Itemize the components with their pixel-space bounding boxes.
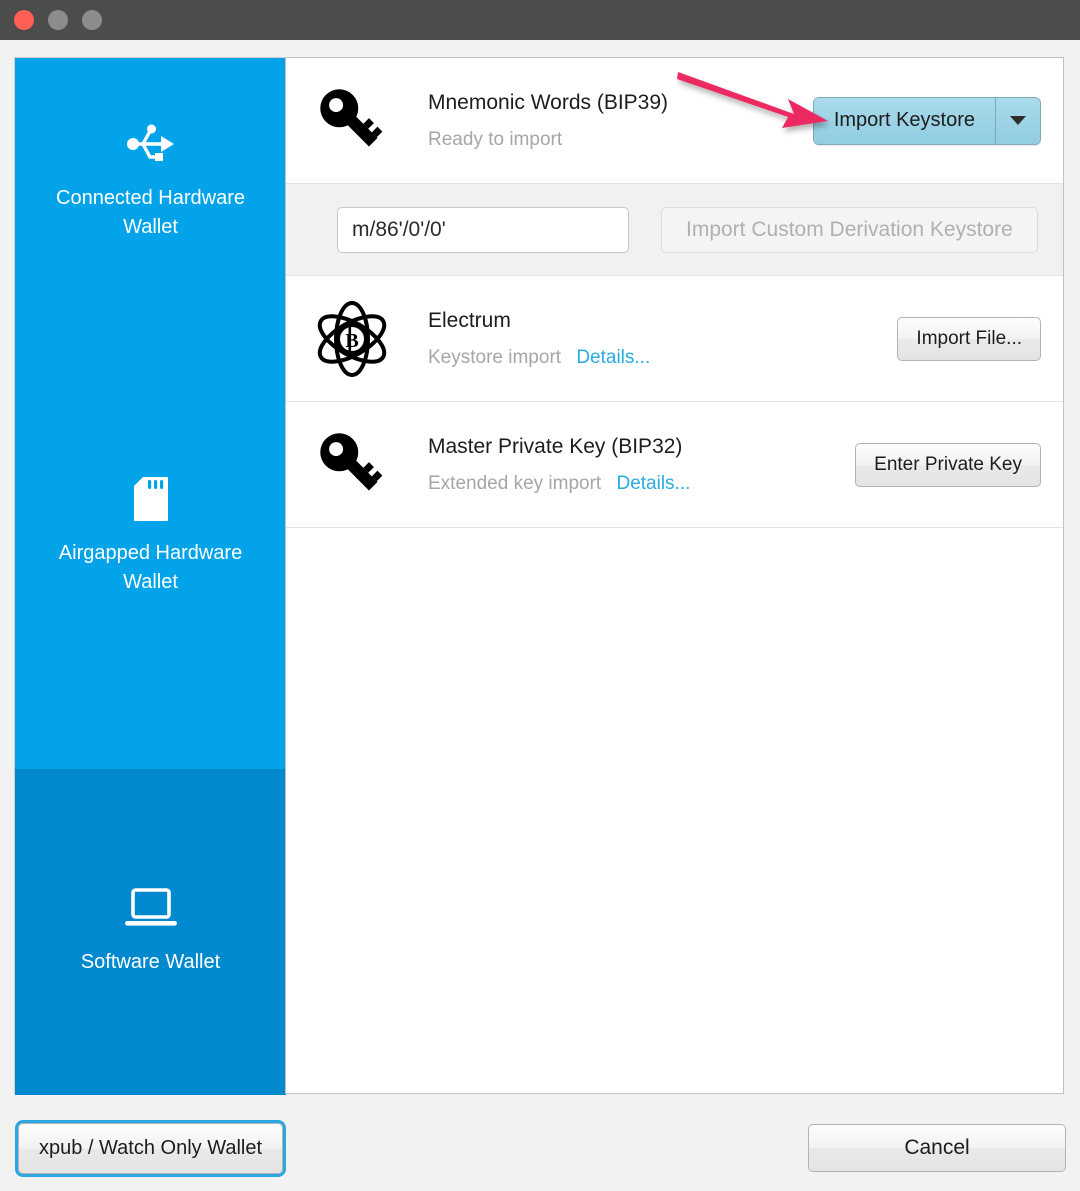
window-controls: [14, 10, 102, 30]
key-icon: [310, 83, 394, 159]
sidebar-item-connected-hardware-wallet[interactable]: Connected Hardware Wallet: [15, 58, 286, 305]
import-file-button[interactable]: Import File...: [897, 316, 1041, 361]
import-option-text: Master Private Key (BIP32) Extended key …: [394, 434, 855, 495]
import-custom-derivation-keystore-button[interactable]: Import Custom Derivation Keystore: [661, 206, 1038, 253]
import-option-subtitle: Extended key import Details...: [428, 472, 855, 495]
import-option-subtitle: Ready to import: [428, 128, 813, 151]
sidebar-item-label: Airgapped Hardware Wallet: [58, 542, 243, 593]
enter-private-key-button[interactable]: Enter Private Key: [855, 442, 1041, 487]
custom-derivation-row: Import Custom Derivation Keystore: [286, 184, 1063, 276]
import-option-row: Mnemonic Words (BIP39) Ready to import I…: [286, 58, 1063, 184]
import-option-row: Master Private Key (BIP32) Extended key …: [286, 402, 1063, 528]
import-option-row: B Electrum Keystore import Details... Im…: [286, 276, 1063, 402]
import-option-status: Extended key import: [428, 473, 602, 494]
import-option-text: Electrum Keystore import Details...: [394, 308, 897, 369]
sidebar-item-label: Connected Hardware Wallet: [56, 186, 245, 238]
key-icon: [310, 427, 394, 503]
import-keystore-dropdown-button[interactable]: [996, 97, 1040, 144]
derivation-path-input[interactable]: [337, 206, 629, 253]
import-option-title: Electrum: [428, 309, 511, 332]
sidebar-item-software-wallet[interactable]: Software Wallet: [15, 769, 286, 1095]
electrum-atom-icon: B: [310, 300, 394, 378]
details-link[interactable]: Details...: [616, 473, 690, 494]
laptop-icon: [124, 887, 177, 939]
import-options-panel: Mnemonic Words (BIP39) Ready to import I…: [285, 57, 1064, 1094]
import-wallet-dialog: Connected Hardware Wallet Airgapped Hard…: [14, 57, 1064, 1095]
close-button[interactable]: [14, 10, 34, 30]
import-option-title: Mnemonic Words (BIP39): [428, 91, 669, 114]
usb-icon: [126, 122, 175, 175]
import-option-title: Master Private Key (BIP32): [428, 435, 683, 458]
import-option-status: Keystore import: [428, 347, 562, 368]
window-body: Connected Hardware Wallet Airgapped Hard…: [0, 40, 1080, 1191]
sidebar-item-airgapped-hardware-wallet[interactable]: Airgapped Hardware Wallet: [15, 305, 286, 769]
import-option-status: Ready to import: [428, 129, 563, 150]
xpub-watch-only-wallet-button[interactable]: xpub / Watch Only Wallet: [18, 1123, 284, 1174]
import-option-text: Mnemonic Words (BIP39) Ready to import: [394, 90, 813, 151]
import-keystore-split-button[interactable]: Import Keystore: [812, 96, 1041, 145]
import-option-action: Enter Private Key: [855, 442, 1041, 487]
wallet-type-sidebar: Connected Hardware Wallet Airgapped Hard…: [14, 57, 286, 1095]
details-link[interactable]: Details...: [576, 347, 650, 368]
svg-text:B: B: [345, 330, 358, 352]
cancel-button[interactable]: Cancel: [808, 1124, 1066, 1172]
minimize-button[interactable]: [48, 10, 68, 30]
chevron-down-icon: [1010, 116, 1026, 125]
maximize-button[interactable]: [82, 10, 102, 30]
import-option-action: Import File...: [897, 316, 1041, 361]
sdcard-icon: [133, 477, 168, 530]
import-option-subtitle: Keystore import Details...: [428, 346, 897, 369]
import-keystore-button[interactable]: Import Keystore: [813, 97, 996, 144]
sidebar-item-label: Software Wallet: [80, 950, 221, 973]
window-titlebar: [0, 0, 1080, 40]
dialog-footer: xpub / Watch Only Wallet Cancel: [0, 1094, 1080, 1191]
import-option-action: Import Keystore: [812, 96, 1041, 145]
